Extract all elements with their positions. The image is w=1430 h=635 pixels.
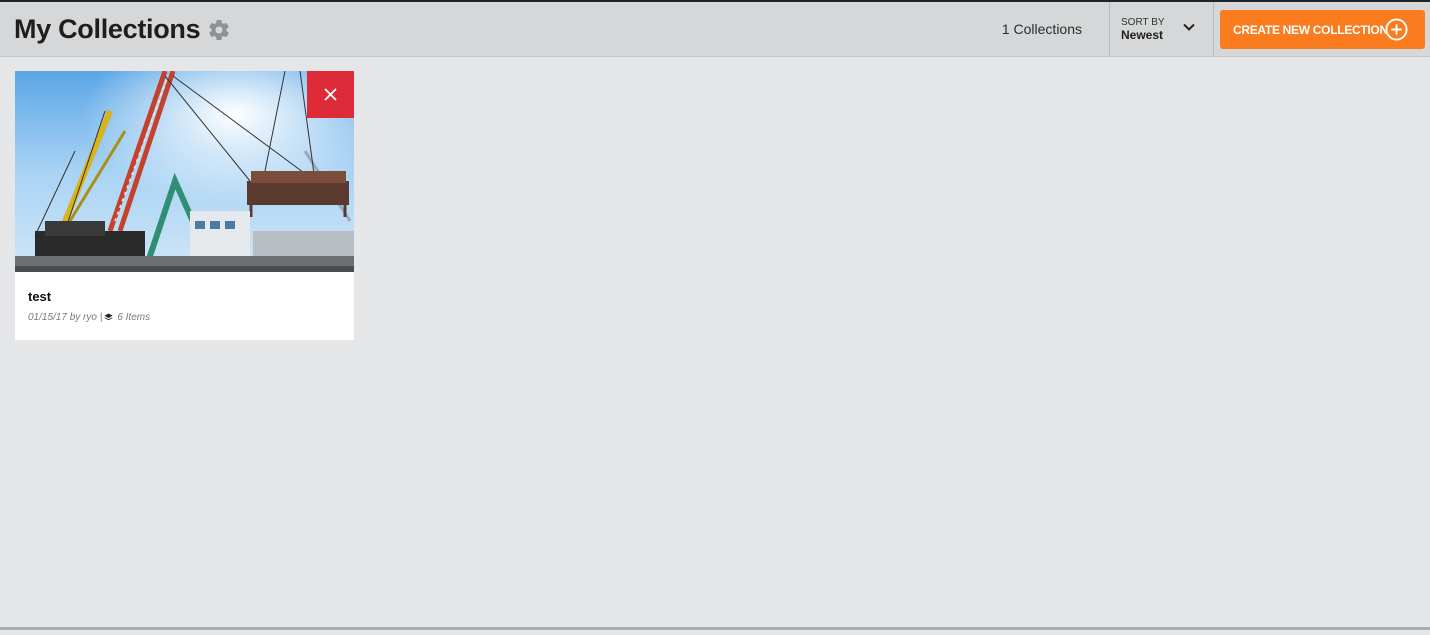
create-button-label: CREATE NEW COLLECTION	[1233, 23, 1388, 37]
sort-value: Newest	[1121, 28, 1164, 42]
collection-card[interactable]: test 01/15/17 by ryo | 6 Items	[15, 71, 354, 340]
collection-meta: 01/15/17 by ryo | 6 Items	[28, 311, 150, 323]
plus-circle-icon	[1385, 18, 1408, 41]
layers-icon	[104, 312, 113, 320]
chevron-down-icon	[1183, 23, 1195, 31]
collections-count: 1 Collections	[1001, 21, 1082, 37]
delete-collection-button[interactable]	[307, 71, 354, 118]
gear-icon[interactable]	[207, 18, 231, 42]
collection-date-author: 01/15/17 by ryo |	[28, 311, 103, 323]
divider	[1213, 2, 1214, 57]
header-bar: My Collections 1 Collections SORT BY New…	[0, 2, 1430, 57]
collection-item-count: 6 Items	[117, 311, 151, 323]
collection-title: test	[28, 289, 52, 304]
page-title: My Collections	[14, 14, 201, 44]
close-icon	[324, 88, 337, 101]
sort-dropdown[interactable]: SORT BY Newest	[1110, 2, 1213, 57]
create-new-collection-button[interactable]: CREATE NEW COLLECTION	[1220, 10, 1425, 49]
bottom-border	[0, 627, 1430, 630]
collection-thumbnail	[15, 71, 354, 272]
sort-label: SORT BY	[1121, 17, 1165, 28]
